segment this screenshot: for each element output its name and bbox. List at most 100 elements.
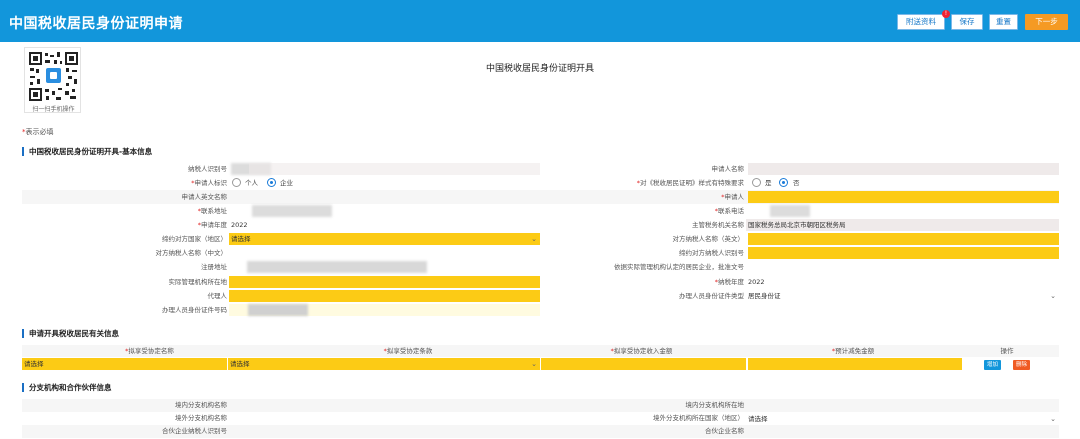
apply-year-value[interactable]: 2022 bbox=[229, 219, 289, 231]
section-branch-partner-title: 分支机构和合作伙伴信息 bbox=[22, 383, 112, 392]
contact-phone-label: *联系电话 bbox=[714, 207, 744, 215]
mgmt-location-field[interactable] bbox=[229, 276, 540, 288]
exempt-amount-field[interactable] bbox=[748, 358, 962, 370]
radio-yes-label: 是 bbox=[765, 179, 772, 187]
handler-doc-type-value: 居民身份证 bbox=[748, 292, 781, 300]
delete-row-button[interactable]: 删除 bbox=[1013, 360, 1030, 370]
radio-personal-label: 个人 bbox=[245, 179, 258, 187]
apply-year-label: *申请年度 bbox=[197, 221, 227, 229]
table-row: 请选择 请选择 ⌄ 增加 删除 bbox=[22, 357, 1059, 372]
agent-field[interactable] bbox=[229, 290, 540, 302]
next-button[interactable]: 下一步 bbox=[1025, 14, 1068, 30]
qr-caption: 扫一扫手机操作 bbox=[32, 106, 75, 113]
col-treaty-name: *拟享受协定名称 bbox=[125, 347, 174, 355]
applicant-name-label: 申请人名称 bbox=[711, 165, 745, 173]
applicant-label: *申请人 bbox=[721, 193, 744, 201]
cp-name-en-field[interactable] bbox=[748, 233, 1059, 245]
partner-id-label: 合伙企业纳税人识别号 bbox=[162, 427, 227, 435]
dom-branch-name-label: 境内分支机构名称 bbox=[175, 401, 227, 409]
handler-doc-no-label: 办理人员身份证件号码 bbox=[162, 306, 227, 314]
form-row: 境外分支机构名称 境外分支机构所在国家（地区） 请选择 ⌄ bbox=[22, 412, 1059, 425]
for-branch-name-label: 境外分支机构名称 bbox=[175, 414, 227, 422]
form-row: 实际管理机构所在地 *纳税年度 2022 bbox=[22, 275, 1059, 289]
form-row: 纳税人识别号 申请人名称 bbox=[22, 162, 1059, 176]
tax-authority-label: 主管税务机关名称 bbox=[692, 221, 744, 229]
radio-personal[interactable] bbox=[232, 178, 241, 187]
col-ops: 操作 bbox=[1000, 347, 1014, 355]
radio-company[interactable] bbox=[267, 178, 276, 187]
contact-addr-label: *联系地址 bbox=[197, 207, 227, 215]
treaty-name-value: 请选择 bbox=[24, 360, 44, 368]
section-basic-info-title: 中国税收居民身份证明开具-基本信息 bbox=[22, 147, 152, 156]
cp-name-cn-label: 对方纳税人名称（中文） bbox=[155, 249, 228, 257]
special-req-label: *对《税收居民证明》样式有特殊要求 bbox=[636, 179, 744, 187]
partner-name-label: 合伙企业名称 bbox=[705, 427, 744, 435]
handler-doc-no-value bbox=[248, 304, 308, 316]
taxpayer-id-field[interactable] bbox=[249, 163, 540, 175]
applicant-field[interactable] bbox=[748, 191, 1059, 203]
reg-addr-label: 注册地址 bbox=[201, 263, 227, 271]
chevron-down-icon: ⌄ bbox=[1050, 292, 1056, 300]
applicant-type-label: *申请人标识 bbox=[191, 179, 227, 187]
treaty-country-label: 缔约对方国家（地区） bbox=[162, 235, 227, 243]
treaty-country-value: 请选择 bbox=[231, 235, 251, 243]
radio-company-label: 企业 bbox=[280, 179, 293, 187]
treaty-article-value: 请选择 bbox=[230, 360, 250, 368]
contact-addr-field[interactable] bbox=[252, 205, 332, 217]
qr-code[interactable]: 扫一扫手机操作 bbox=[24, 47, 81, 113]
applicant-name-field[interactable] bbox=[748, 163, 1059, 175]
treaty-name-select[interactable]: 请选择 bbox=[22, 358, 227, 370]
required-note: *表示必填 bbox=[22, 127, 54, 137]
english-name-label: 申请人英文名称 bbox=[181, 193, 228, 201]
form-row: 对方纳税人名称（中文） 缔约对方纳税人识别号 bbox=[22, 246, 1059, 260]
save-button[interactable]: 保存 bbox=[951, 14, 983, 30]
cp-taxpayer-id-label: 缔约对方纳税人识别号 bbox=[679, 249, 744, 257]
form-row: 办理人员身份证件号码 bbox=[22, 303, 1059, 317]
form-row: 合伙企业纳税人识别号 合伙企业名称 bbox=[22, 425, 1059, 438]
radio-yes[interactable] bbox=[752, 178, 761, 187]
for-branch-country-label: 境外分支机构所在国家（地区） bbox=[653, 414, 744, 422]
chevron-down-icon: ⌄ bbox=[1050, 415, 1056, 423]
form-row: *联系地址 *联系电话 bbox=[22, 204, 1059, 218]
form-row: *申请人标识 个人 企业 *对《税收居民证明》样式有特殊要求 是 否 bbox=[22, 176, 1059, 190]
form-row: 境内分支机构名称 境内分支机构所在地 bbox=[22, 399, 1059, 412]
attach-button[interactable]: 附送资料 bbox=[897, 14, 945, 30]
chevron-down-icon: ⌄ bbox=[531, 360, 537, 368]
mgmt-location-label: 实际管理机构所在地 bbox=[168, 278, 228, 286]
reg-addr-field[interactable] bbox=[247, 261, 427, 273]
app-title: 中国税收居民身份证明申请 bbox=[9, 16, 183, 32]
form-row: 代理人 办理人员身份证件类型 居民身份证 ⌄ bbox=[22, 289, 1059, 303]
handler-doc-type-label: 办理人员身份证件类型 bbox=[679, 292, 744, 300]
handler-doc-type-select[interactable]: 居民身份证 ⌄ bbox=[746, 290, 1059, 302]
section-residency-info-title: 申请开具税收居民有关信息 bbox=[22, 329, 119, 338]
col-income-amount: *拟享受协定收入金额 bbox=[610, 347, 673, 355]
for-branch-country-value: 请选择 bbox=[748, 415, 768, 423]
form-row: 缔约对方国家（地区） 请选择 ⌄ 对方纳税人名称（英文） bbox=[22, 232, 1059, 246]
col-treaty-article: *拟享受协定条款 bbox=[383, 347, 433, 355]
treaty-article-select[interactable]: 请选择 ⌄ bbox=[228, 358, 540, 370]
for-branch-country-select[interactable]: 请选择 ⌄ bbox=[746, 413, 1059, 425]
add-row-button[interactable]: 增加 bbox=[984, 360, 1001, 370]
form-row: *申请年度 2022 主管税务机关名称 国家税务总局北京市朝阳区税务局 bbox=[22, 218, 1059, 232]
tax-authority-value: 国家税务总局北京市朝阳区税务局 bbox=[746, 219, 1059, 231]
qr-code-icon bbox=[28, 51, 79, 102]
col-exempt-amount: *预计减免金额 bbox=[831, 347, 875, 355]
tax-year-label: *纳税年度 bbox=[714, 278, 744, 286]
form-row: 注册地址 依据实际管理机构认定的居民企业，批准文号 bbox=[22, 260, 1059, 274]
contact-phone-field[interactable] bbox=[770, 205, 810, 217]
income-amount-field[interactable] bbox=[541, 358, 746, 370]
tax-year-value[interactable]: 2022 bbox=[746, 276, 806, 288]
agent-label: 代理人 bbox=[207, 292, 228, 300]
form-row: 申请人英文名称 *申请人 bbox=[22, 190, 1059, 204]
required-note-text: 表示必填 bbox=[25, 128, 54, 136]
table-header: *拟享受协定名称 *拟享受协定条款 *拟享受协定收入金额 *预计减免金额 操作 bbox=[22, 345, 1059, 357]
chevron-down-icon: ⌄ bbox=[531, 235, 537, 243]
treaty-country-select[interactable]: 请选择 ⌄ bbox=[229, 233, 540, 245]
cp-taxpayer-id-field[interactable] bbox=[748, 247, 1059, 259]
taxpayer-id-label: 纳税人识别号 bbox=[188, 165, 227, 173]
page-title: 中国税收居民身份证明开具 bbox=[485, 64, 594, 74]
radio-no[interactable] bbox=[779, 178, 788, 187]
radio-no-label: 否 bbox=[793, 179, 800, 187]
reset-button[interactable]: 重置 bbox=[989, 14, 1018, 30]
resident-basis-label: 依据实际管理机构认定的居民企业，批准文号 bbox=[614, 263, 744, 271]
